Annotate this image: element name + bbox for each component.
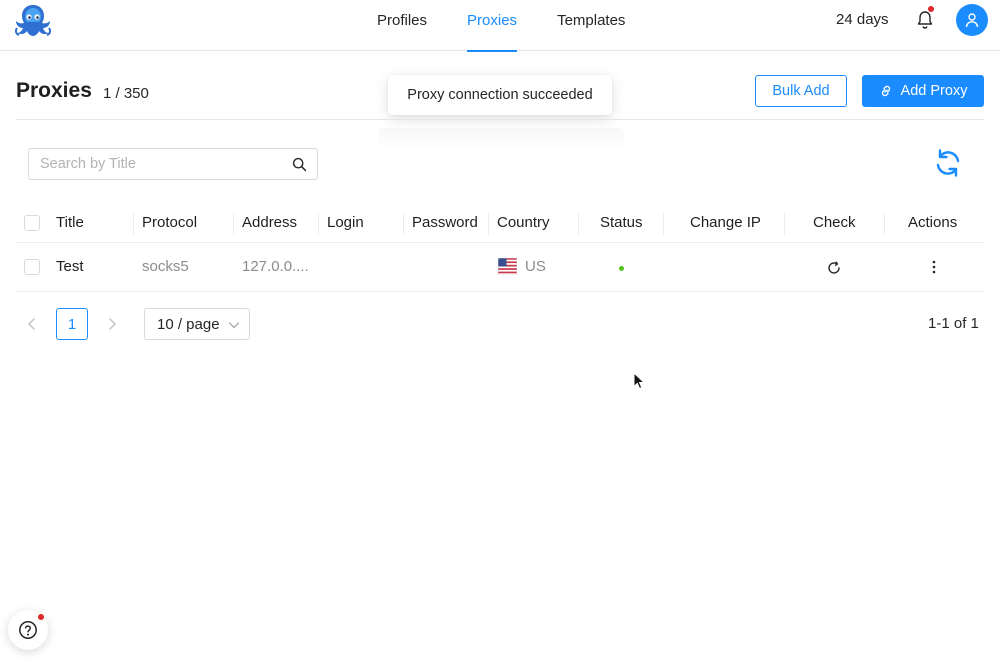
subscription-days: 24 days (836, 11, 889, 28)
octopus-logo-icon[interactable] (12, 2, 54, 40)
cell-country: US (525, 258, 546, 275)
search-box (28, 148, 318, 180)
refresh-icon[interactable] (932, 147, 964, 179)
column-separator (578, 213, 579, 235)
column-header-password[interactable]: Password (412, 203, 478, 243)
cell-address: 127.0.0.... (242, 258, 309, 275)
status-online-dot (619, 266, 624, 271)
column-separator (403, 213, 404, 235)
us-flag-icon (498, 258, 517, 275)
chevron-down-icon (228, 322, 240, 329)
user-avatar[interactable] (956, 4, 988, 36)
table-header: Title Protocol Address Login Password Co… (16, 203, 984, 243)
question-circle-icon (19, 621, 37, 639)
column-separator (133, 213, 134, 235)
add-proxy-button[interactable]: Add Proxy (862, 75, 984, 107)
cell-protocol: socks5 (142, 258, 189, 275)
help-notification-dot (38, 614, 44, 620)
pagination-total: 1-1 of 1 (928, 315, 979, 332)
proxy-count: 1 / 350 (103, 85, 149, 102)
mouse-cursor-icon (633, 372, 645, 390)
top-navbar: Profiles Proxies Templates 24 days (0, 0, 1000, 52)
more-actions-icon[interactable] (928, 259, 940, 275)
search-input[interactable] (29, 149, 279, 179)
table-row[interactable]: Test socks5 127.0.0.... US (16, 243, 984, 292)
page-size-value: 10 / page (157, 315, 220, 333)
column-separator (884, 213, 885, 235)
main-nav: Profiles Proxies Templates (357, 0, 645, 52)
select-all-checkbox[interactable] (24, 215, 40, 231)
column-separator (318, 213, 319, 235)
cell-title: Test (56, 258, 84, 275)
column-header-status[interactable]: Status (600, 203, 643, 243)
row-checkbox[interactable] (24, 259, 40, 275)
column-header-title[interactable]: Title (56, 203, 84, 243)
pagination-next-icon[interactable] (104, 316, 120, 332)
column-separator (784, 213, 785, 235)
page-title: Proxies (16, 79, 92, 102)
column-separator (663, 213, 664, 235)
column-header-change-ip[interactable]: Change IP (690, 203, 761, 243)
column-header-check[interactable]: Check (813, 203, 856, 243)
column-header-country[interactable]: Country (497, 203, 550, 243)
nav-tab-templates[interactable]: Templates (537, 0, 645, 51)
column-header-actions[interactable]: Actions (908, 203, 957, 243)
nav-tab-profiles[interactable]: Profiles (357, 0, 447, 51)
check-proxy-reload-icon[interactable] (827, 261, 841, 275)
bulk-add-button[interactable]: Bulk Add (755, 75, 847, 107)
column-separator (233, 213, 234, 235)
pagination-prev-icon[interactable] (24, 316, 40, 332)
user-icon (965, 13, 979, 28)
toast-notification: Proxy connection succeeded (388, 75, 612, 115)
column-header-login[interactable]: Login (327, 203, 364, 243)
pagination-page-1[interactable]: 1 (56, 308, 88, 340)
search-icon[interactable] (292, 157, 307, 172)
page-size-select[interactable]: 10 / page (144, 308, 250, 340)
toast-shadow (378, 128, 624, 150)
column-header-address[interactable]: Address (242, 203, 297, 243)
add-proxy-label: Add Proxy (900, 83, 968, 99)
header-divider (16, 119, 984, 120)
notification-bell-icon[interactable] (916, 10, 934, 30)
nav-tab-proxies[interactable]: Proxies (447, 0, 537, 52)
notification-dot (928, 6, 934, 12)
link-icon (881, 85, 890, 97)
column-separator (488, 213, 489, 235)
column-header-protocol[interactable]: Protocol (142, 203, 197, 243)
